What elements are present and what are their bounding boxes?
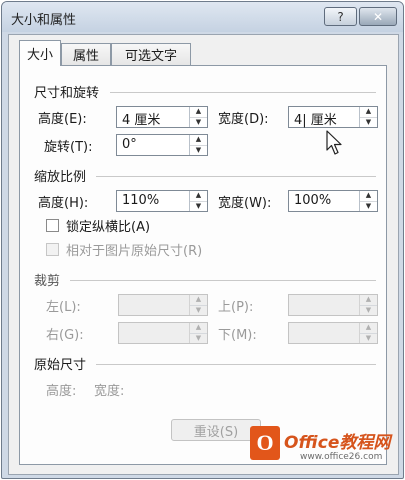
spin-down-icon[interactable]: ▼ xyxy=(190,202,207,212)
tab-size-label: 大小 xyxy=(26,48,53,63)
spin-up-icon[interactable]: ▲ xyxy=(190,191,207,202)
crop-bottom-label: 下(M): xyxy=(218,328,257,343)
reset-button[interactable]: 重设(S) xyxy=(171,419,261,441)
scale-width-stepper-arrows: ▲ ▼ xyxy=(359,191,377,211)
spin-down-icon[interactable]: ▼ xyxy=(360,306,377,316)
width-value: 4| 厘米 xyxy=(294,113,337,128)
spin-down-icon[interactable]: ▼ xyxy=(190,146,207,156)
spin-down-icon[interactable]: ▼ xyxy=(190,334,207,344)
section-divider xyxy=(96,176,376,177)
tab-alt-text[interactable]: 可选文字 xyxy=(111,43,191,65)
scale-width-stepper[interactable]: 100% ▲ ▼ xyxy=(288,190,378,212)
height-stepper[interactable]: 4 厘米 ▲ ▼ xyxy=(116,106,208,128)
lock-aspect-label: 锁定纵横比(A) xyxy=(66,220,151,235)
width-stepper-arrows: ▲ ▼ xyxy=(359,107,377,127)
crop-top-label: 上(P): xyxy=(218,300,254,315)
tab-properties-label: 属性 xyxy=(72,49,99,64)
section-divider xyxy=(110,92,376,93)
spin-up-icon[interactable]: ▲ xyxy=(360,295,377,306)
crop-title: 裁剪 xyxy=(34,274,61,289)
crop-right-label: 右(G): xyxy=(46,328,84,343)
rotation-stepper[interactable]: 0° ▲ ▼ xyxy=(116,134,208,156)
crop-left-stepper[interactable]: ▲ ▼ xyxy=(118,294,208,316)
spin-up-icon[interactable]: ▲ xyxy=(360,107,377,118)
scale-height-stepper[interactable]: 110% ▲ ▼ xyxy=(116,190,208,212)
help-icon: ? xyxy=(337,9,344,24)
spin-down-icon[interactable]: ▼ xyxy=(360,118,377,128)
tab-properties[interactable]: 属性 xyxy=(61,43,111,65)
original-height-label: 高度: xyxy=(46,384,77,399)
reset-button-label: 重设(S) xyxy=(193,424,239,440)
size-rotate-title: 尺寸和旋转 xyxy=(34,86,100,101)
spin-up-icon[interactable]: ▲ xyxy=(360,323,377,334)
watermark-url: www.office26.com xyxy=(300,452,383,462)
dialog-client-area: 大小 属性 可选文字 尺寸和旋转 高度(E): 4 厘米 ▲ ▼ 宽度(D): … xyxy=(8,34,399,475)
rotation-value: 0° xyxy=(122,137,137,152)
scale-width-label: 宽度(W): xyxy=(218,196,272,211)
crop-left-label: 左(L): xyxy=(46,300,81,315)
spin-up-icon[interactable]: ▲ xyxy=(360,191,377,202)
crop-bottom-stepper[interactable]: ▲ ▼ xyxy=(288,322,378,344)
spin-up-icon[interactable]: ▲ xyxy=(190,295,207,306)
crop-left-stepper-arrows: ▲ ▼ xyxy=(189,295,207,315)
title-bar[interactable]: 大小和属性 ? ✕ xyxy=(2,2,403,32)
crop-top-stepper-arrows: ▲ ▼ xyxy=(359,295,377,315)
mouse-cursor-icon xyxy=(326,130,342,155)
spin-up-icon[interactable]: ▲ xyxy=(190,135,207,146)
scale-title: 缩放比例 xyxy=(34,170,87,185)
window-title: 大小和属性 xyxy=(11,13,77,28)
relative-original-label: 相对于图片原始尺寸(R) xyxy=(66,244,203,259)
office-logo-glyph: O xyxy=(256,430,274,455)
spin-up-icon[interactable]: ▲ xyxy=(190,323,207,334)
scale-height-stepper-arrows: ▲ ▼ xyxy=(189,191,207,211)
spin-up-icon[interactable]: ▲ xyxy=(190,107,207,118)
tab-alt-text-label: 可选文字 xyxy=(124,49,177,64)
relative-original-checkbox[interactable] xyxy=(46,243,59,256)
height-stepper-arrows: ▲ ▼ xyxy=(189,107,207,127)
help-button[interactable]: ? xyxy=(324,7,357,26)
section-divider xyxy=(96,364,376,365)
height-label: 高度(E): xyxy=(38,112,87,127)
rotation-label: 旋转(T): xyxy=(44,140,93,155)
spin-down-icon[interactable]: ▼ xyxy=(190,118,207,128)
lock-aspect-checkbox[interactable] xyxy=(46,219,59,232)
original-size-title: 原始尺寸 xyxy=(34,358,87,373)
spin-down-icon[interactable]: ▼ xyxy=(360,202,377,212)
scale-width-value: 100% xyxy=(294,193,332,208)
crop-right-stepper-arrows: ▲ ▼ xyxy=(189,323,207,343)
close-button[interactable]: ✕ xyxy=(359,7,397,26)
original-width-label: 宽度: xyxy=(94,384,125,399)
scale-height-value: 110% xyxy=(122,193,160,208)
width-label: 宽度(D): xyxy=(218,112,269,127)
spin-down-icon[interactable]: ▼ xyxy=(360,334,377,344)
crop-right-stepper[interactable]: ▲ ▼ xyxy=(118,322,208,344)
section-divider xyxy=(70,280,376,281)
close-icon: ✕ xyxy=(372,9,384,24)
dialog-window: 大小和属性 ? ✕ 大小 属性 可选文字 尺寸和旋转 高度(E): 4 厘米 ▲ xyxy=(1,1,404,479)
tab-panel-size: 尺寸和旋转 高度(E): 4 厘米 ▲ ▼ 宽度(D): 4| 厘米 ▲ ▼ 旋… xyxy=(19,65,387,465)
height-value: 4 厘米 xyxy=(122,113,161,128)
rotation-stepper-arrows: ▲ ▼ xyxy=(189,135,207,155)
tab-size[interactable]: 大小 xyxy=(19,40,61,66)
watermark-title: Office教程网 xyxy=(284,433,391,453)
spin-down-icon[interactable]: ▼ xyxy=(190,306,207,316)
width-stepper[interactable]: 4| 厘米 ▲ ▼ xyxy=(288,106,378,128)
crop-top-stepper[interactable]: ▲ ▼ xyxy=(288,294,378,316)
scale-height-label: 高度(H): xyxy=(38,196,89,211)
crop-bottom-stepper-arrows: ▲ ▼ xyxy=(359,323,377,343)
office-logo-icon: O xyxy=(250,426,280,460)
